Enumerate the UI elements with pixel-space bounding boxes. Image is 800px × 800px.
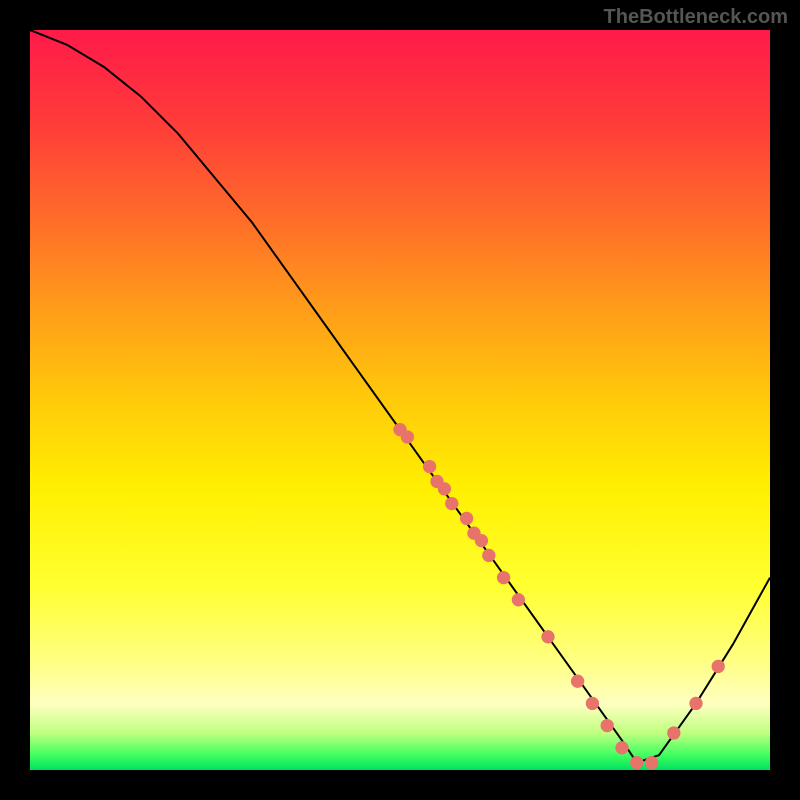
plot-area (30, 30, 770, 770)
watermark-text: TheBottleneck.com (604, 6, 788, 29)
chart-container: TheBottleneck.com (0, 0, 800, 800)
curve-svg (30, 30, 770, 770)
data-markers (393, 423, 725, 769)
bottleneck-curve (30, 30, 770, 763)
